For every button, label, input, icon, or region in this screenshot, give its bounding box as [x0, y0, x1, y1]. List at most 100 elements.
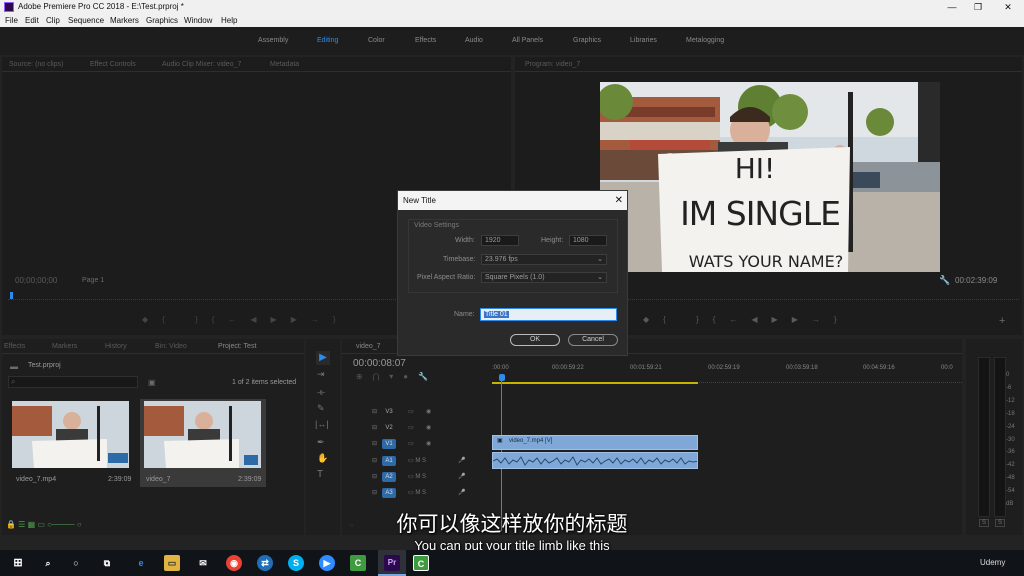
ok-button[interactable]: OK [510, 334, 560, 346]
menu-graphics[interactable]: Graphics [146, 14, 178, 27]
teamviewer-icon[interactable]: ⇄ [257, 555, 273, 571]
tab-history[interactable]: History [105, 343, 127, 350]
window-title: Adobe Premiere Pro CC 2018 - E:\Test.prp… [18, 2, 184, 11]
workspace-graphics[interactable]: Graphics [573, 37, 601, 44]
menu-markers[interactable]: Markers [110, 14, 139, 27]
mic-icon[interactable]: 🎤 [458, 457, 465, 464]
close-button[interactable]: ✕ [998, 0, 1018, 14]
wrench-icon[interactable]: 🔧 [939, 275, 950, 286]
camtasia-recorder-icon[interactable]: C [413, 555, 429, 571]
workspace-effects[interactable]: Effects [415, 37, 436, 44]
title-name-input[interactable]: Title 01 [480, 308, 617, 321]
work-area-bar[interactable] [492, 382, 698, 384]
timebase-label: Timebase: [443, 256, 476, 263]
ripple-edit-tool-icon[interactable]: ⟛ [317, 387, 325, 398]
playhead-handle[interactable] [499, 374, 505, 381]
type-tool-icon[interactable]: T [317, 469, 323, 480]
bin-icon[interactable]: ▣ [148, 378, 156, 387]
edge-icon[interactable]: e [133, 555, 149, 571]
sequence-thumbnail [144, 401, 261, 468]
audio-clip[interactable] [492, 452, 698, 469]
selection-tool-icon[interactable]: ▶ [316, 351, 330, 365]
source-timecode: 00;00;00;00 [15, 276, 58, 285]
mail-icon[interactable]: ✉ [195, 555, 211, 571]
timeline-tool-icons[interactable]: ⊕⋂▾●🔧 [356, 372, 466, 382]
menu-sequence[interactable]: Sequence [68, 14, 104, 27]
tab-effect-controls[interactable]: Effect Controls [90, 61, 136, 68]
sign-text-line1: HI! [734, 152, 776, 185]
workspace-audio[interactable]: Audio [465, 37, 483, 44]
workspace-editing[interactable]: Editing [317, 37, 338, 44]
eye-icon[interactable]: ◉ [426, 424, 431, 431]
project-file-name: Test.prproj [28, 362, 61, 369]
item-name: video_7.mp4 [16, 476, 57, 483]
skype-icon[interactable]: S [288, 555, 304, 571]
hand-tool-icon[interactable]: ✋ [317, 453, 328, 464]
minimize-button[interactable]: — [942, 0, 962, 14]
tab-audio-clip-mixer[interactable]: Audio Clip Mixer: video_7 [162, 61, 241, 68]
project-item-selected[interactable]: video_7 2:39:09 [140, 399, 266, 487]
menu-window[interactable]: Window [184, 14, 212, 27]
workspace-assembly[interactable]: Assembly [258, 37, 288, 44]
width-field[interactable]: 1920 [481, 235, 519, 246]
workspace-libraries[interactable]: Libraries [630, 37, 657, 44]
program-transport-controls[interactable]: ◆{ }{←◀▶▶→} [643, 315, 893, 325]
razor-tool-icon[interactable]: ✎ [317, 403, 325, 414]
track-header-a3[interactable]: ⊟ A3 ▭ M S 🎤 [342, 486, 490, 501]
menu-edit[interactable]: Edit [25, 14, 39, 27]
search-icon[interactable]: ⌕ [40, 555, 56, 571]
video-clip[interactable]: ▣ video_7.mp4 [V] [492, 435, 698, 450]
windows-start-icon[interactable]: ⊞ [10, 555, 26, 571]
workspace-metalogging[interactable]: Metalogging [686, 37, 724, 44]
track-header-a1[interactable]: ⊟ A1 ▭ M S 🎤 [342, 454, 490, 469]
tab-project[interactable]: Project: Test [218, 343, 256, 350]
zoom-icon[interactable]: ▶ [319, 555, 335, 571]
track-header-v3[interactable]: ⊟ V3 ▭ ◉ [342, 405, 490, 420]
cortana-icon[interactable]: ○ [68, 555, 84, 571]
workspace-color[interactable]: Color [368, 37, 385, 44]
mic-icon[interactable]: 🎤 [458, 473, 465, 480]
task-view-icon[interactable]: ⧉ [99, 555, 115, 571]
taskbar-premiere-active[interactable]: Pr [378, 550, 406, 576]
tab-source[interactable]: Source: (no clips) [9, 61, 63, 68]
maximize-button[interactable]: ❐ [968, 0, 988, 14]
tab-metadata[interactable]: Metadata [270, 61, 299, 68]
pixel-aspect-ratio-select[interactable]: Square Pixels (1.0) ⌄ [481, 272, 607, 283]
ruler-label: 00:03:59:18 [786, 365, 818, 371]
track-header-v2[interactable]: ⊟ V2 ▭ ◉ [342, 421, 490, 436]
eye-icon[interactable]: ◉ [426, 408, 431, 415]
file-explorer-icon[interactable]: ▭ [164, 555, 180, 571]
tab-program[interactable]: Program: video_7 [525, 61, 580, 68]
menu-file[interactable]: File [5, 14, 18, 27]
tab-bin-video[interactable]: Bin: Video [155, 343, 187, 350]
mic-icon[interactable]: 🎤 [458, 489, 465, 496]
slip-tool-icon[interactable]: |↔| [315, 419, 329, 429]
track-label: A1 [382, 456, 396, 466]
project-item[interactable]: video_7.mp4 2:39:09 [12, 401, 134, 485]
add-button-icon[interactable]: + [999, 315, 1005, 327]
track-header-v1[interactable]: ⊟ V1 ▭ ◉ [342, 437, 490, 452]
track-header-a2[interactable]: ⊟ A2 ▭ M S 🎤 [342, 470, 490, 485]
pen-tool-icon[interactable]: ✒ [317, 437, 325, 448]
project-search-input[interactable]: ⌕ [8, 376, 138, 388]
track-select-tool-icon[interactable]: ⇥ [317, 369, 325, 380]
height-field[interactable]: 1080 [569, 235, 607, 246]
height-label: Height: [541, 237, 564, 244]
tab-sequence[interactable]: video_7 [356, 343, 381, 350]
dialog-close-button[interactable]: ✕ [615, 191, 623, 210]
tab-markers[interactable]: Markers [52, 343, 77, 350]
eye-icon[interactable]: ◉ [426, 440, 431, 447]
ruler-label: 00:04:59:16 [863, 365, 895, 371]
tab-effects[interactable]: Effects [4, 343, 25, 350]
workspace-all-panels[interactable]: All Panels [512, 37, 543, 44]
chrome-icon[interactable]: ◉ [226, 555, 242, 571]
timebase-select[interactable]: 23.976 fps ⌄ [481, 254, 607, 265]
source-page-dropdown[interactable]: Page 1 [82, 277, 104, 284]
cancel-button[interactable]: Cancel [568, 334, 618, 346]
source-transport-controls[interactable]: ◆{ }{←◀▶▶→} [142, 315, 392, 325]
camtasia-icon[interactable]: C [350, 555, 366, 571]
ruler-label: 00:01:59:21 [630, 365, 662, 371]
menu-clip[interactable]: Clip [46, 14, 60, 27]
menu-help[interactable]: Help [221, 14, 237, 27]
tools-panel: ▶ ⇥ ⟛ ✎ |↔| ✒ ✋ T [306, 339, 340, 535]
